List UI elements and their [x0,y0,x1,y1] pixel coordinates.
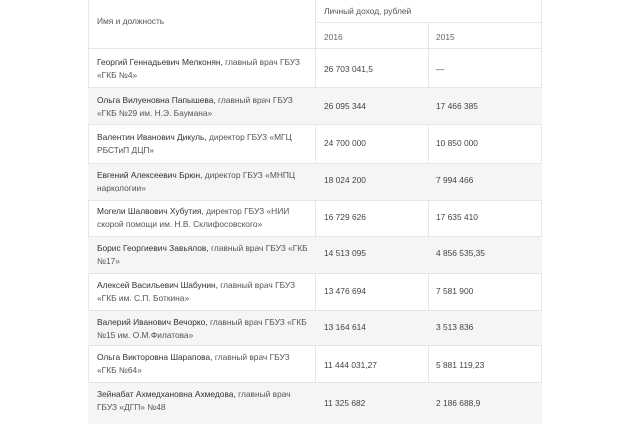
income-2016: 13 164 614 [324,322,366,332]
income-2015: 17 635 410 [436,212,478,222]
table-row: Могели Шалвович Хубутия, директор ГБУЗ «… [88,200,542,236]
person-cell: Евгений Алексеевич Брюн, директор ГБУЗ «… [97,169,311,194]
person-cell: Валерий Иванович Вечорко, главный врач Г… [97,316,311,341]
person-name: Валерий Иванович Вечорко, [97,317,208,327]
person-name: Ольга Викторовна Шарапова, [97,352,213,362]
table-row: Борис Георгиевич Завьялов, главный врач … [88,236,542,273]
person-cell: Ольга Вилуеновна Папышева, главный врач … [97,94,311,119]
header-subdivider [316,22,542,23]
income-2015: 3 513 836 [436,322,474,332]
income-2015: 10 850 000 [436,138,478,148]
income-2016: 26 703 041,5 [324,64,373,74]
person-name: Георгий Геннадьевич Мелконян, [97,57,223,67]
table-row: Евгений Алексеевич Брюн, директор ГБУЗ «… [88,163,542,200]
income-2015: — [436,64,445,74]
income-2016: 13 476 694 [324,286,366,296]
header-income-column: Личный доход, рублей [324,6,412,16]
person-name: Алексей Васильевич Шабунин, [97,280,218,290]
income-2016: 11 325 682 [324,398,366,408]
income-2015: 2 186 688,9 [436,398,481,408]
person-name: Евгений Алексеевич Брюн, [97,170,203,180]
table-row: Ольга Вилуеновна Папышева, главный врач … [88,87,542,124]
income-2015: 5 881 119,23 [436,360,485,370]
income-2016: 24 700 000 [324,138,366,148]
header-year-2015: 2015 [436,32,455,42]
income-2015: 7 994 466 [436,175,474,185]
income-2016: 14 513 095 [324,248,366,258]
table-row: Валентин Иванович Дикуль, директор ГБУЗ … [88,124,542,163]
header-year-2016: 2016 [324,32,343,42]
person-name: Борис Георгиевич Завьялов, [97,243,209,253]
person-cell: Георгий Геннадьевич Мелконян, главный вр… [97,56,311,81]
income-2016: 16 729 626 [324,212,366,222]
person-cell: Могели Шалвович Хубутия, директор ГБУЗ «… [97,205,311,230]
income-table: Имя и должность Личный доход, рублей 201… [88,0,542,424]
table-row: Валерий Иванович Вечорко, главный врач Г… [88,310,542,345]
person-name: Валентин Иванович Дикуль, [97,132,207,142]
person-cell: Зейнабат Ахмедхановна Ахмедова, главный … [97,388,311,413]
person-name: Ольга Вилуеновна Папышева, [97,95,216,105]
income-2015: 17 466 385 [436,101,478,111]
table-row: Ольга Викторовна Шарапова, главный врач … [88,345,542,382]
person-cell: Алексей Васильевич Шабунин, главный врач… [97,279,311,304]
income-2015: 7 581 900 [436,286,474,296]
table-row: Алексей Васильевич Шабунин, главный врач… [88,273,542,310]
header-name-column: Имя и должность [97,16,165,26]
table-row: Георгий Геннадьевич Мелконян, главный вр… [88,48,542,87]
person-name: Зейнабат Ахмедхановна Ахмедова, [97,389,236,399]
income-2016: 18 024 200 [324,175,366,185]
person-cell: Валентин Иванович Дикуль, директор ГБУЗ … [97,131,311,156]
person-cell: Борис Георгиевич Завьялов, главный врач … [97,242,311,267]
table-row: Зейнабат Ахмедхановна Ахмедова, главный … [88,382,542,424]
person-name: Могели Шалвович Хубутия, [97,206,204,216]
income-2015: 4 856 535,35 [436,248,485,258]
income-2016: 26 095 344 [324,101,366,111]
person-cell: Ольга Викторовна Шарапова, главный врач … [97,351,311,376]
income-2016: 11 444 031,27 [324,360,377,370]
